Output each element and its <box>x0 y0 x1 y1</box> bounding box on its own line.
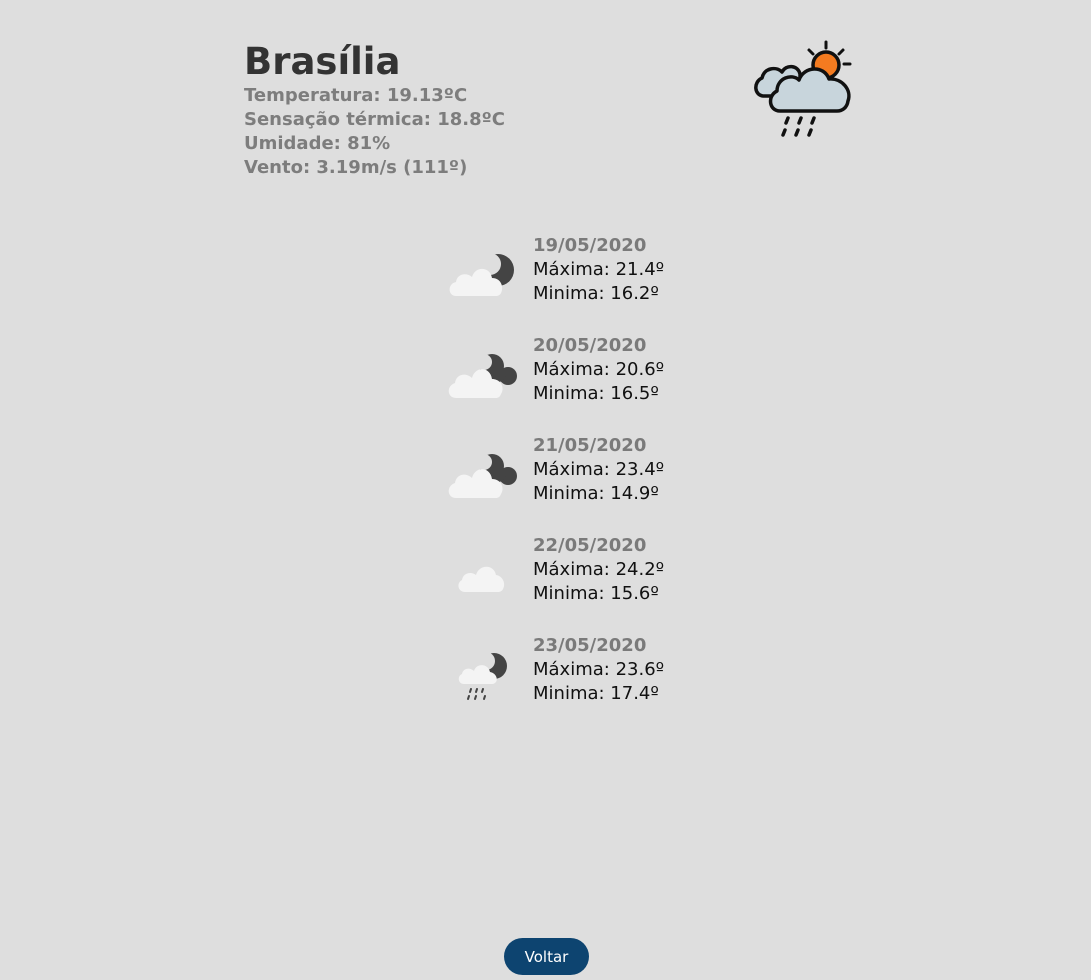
cloud-icon <box>458 566 505 592</box>
forecast-text: 20/05/2020 Máxima: 20.6º Minima: 16.5º <box>533 334 664 406</box>
forecast-text: 23/05/2020 Máxima: 23.6º Minima: 17.4º <box>533 634 664 706</box>
forecast-text: 22/05/2020 Máxima: 24.2º Minima: 15.6º <box>533 534 664 606</box>
forecast-text: 19/05/2020 Máxima: 21.4º Minima: 16.2º <box>533 234 664 306</box>
forecast-min: Minima: 16.2º <box>533 283 659 304</box>
forecast-min: Minima: 15.6º <box>533 583 659 604</box>
rain-night-icon <box>458 652 507 700</box>
back-button[interactable]: Voltar <box>504 938 589 975</box>
forecast-date: 23/05/2020 <box>533 635 647 656</box>
forecast-min: Minima: 17.4º <box>533 683 659 704</box>
partly-cloudy-night-icon <box>449 253 514 296</box>
forecast-date: 19/05/2020 <box>533 235 647 256</box>
rain-cloud-sun-icon <box>754 40 852 137</box>
wind-text: Vento: 3.19m/s (111º) <box>244 157 468 178</box>
forecast-day: 19/05/2020 Máxima: 21.4º Minima: 16.2º <box>444 234 704 334</box>
forecast-day: 20/05/2020 Máxima: 20.6º Minima: 16.5º <box>444 334 704 434</box>
forecast-date: 20/05/2020 <box>533 335 647 356</box>
current-weather: Brasília Temperatura: 19.13ºC Sensação t… <box>244 40 854 190</box>
forecast-day: 21/05/2020 Máxima: 23.4º Minima: 14.9º <box>444 434 704 534</box>
forecast-list: 19/05/2020 Máxima: 21.4º Minima: 16.2º 2… <box>444 234 704 734</box>
forecast-text: 21/05/2020 Máxima: 23.4º Minima: 14.9º <box>533 434 664 506</box>
cloudy-night-icon <box>448 354 517 398</box>
forecast-date: 22/05/2020 <box>533 535 647 556</box>
forecast-day: 23/05/2020 Máxima: 23.6º Minima: 17.4º <box>444 634 704 734</box>
cloudy-night-icon <box>448 454 517 498</box>
forecast-max: Máxima: 21.4º <box>533 259 665 280</box>
forecast-max: Máxima: 20.6º <box>533 359 665 380</box>
forecast-max: Máxima: 23.4º <box>533 459 665 480</box>
forecast-day: 22/05/2020 Máxima: 24.2º Minima: 15.6º <box>444 534 704 634</box>
forecast-max: Máxima: 24.2º <box>533 559 665 580</box>
forecast-date: 21/05/2020 <box>533 435 647 456</box>
forecast-min: Minima: 16.5º <box>533 383 659 404</box>
forecast-max: Máxima: 23.6º <box>533 659 665 680</box>
forecast-min: Minima: 14.9º <box>533 483 659 504</box>
